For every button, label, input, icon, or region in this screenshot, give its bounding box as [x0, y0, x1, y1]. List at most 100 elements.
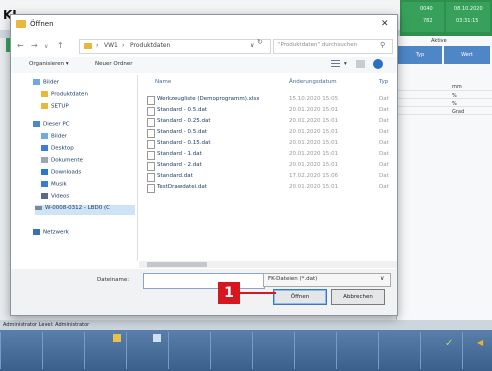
close-icon[interactable]: ✕ — [381, 19, 389, 29]
nav-item-netzwerk[interactable]: Netzwerk — [33, 229, 69, 239]
nav-item-label: Downloads — [51, 169, 82, 176]
file-row[interactable]: Standard - 2.dat 20.01.2020 15:01 Dat — [143, 161, 393, 171]
taskbar-button[interactable] — [126, 332, 169, 369]
breadcrumb-produktdaten[interactable]: Produktdaten — [130, 42, 170, 49]
open-button[interactable]: Öffnen — [273, 289, 327, 305]
refresh-icon[interactable]: ↻ — [257, 38, 263, 46]
file-icon — [147, 162, 155, 171]
nav-item-label: Dieser PC — [43, 121, 70, 128]
status-text-3: 782 — [423, 18, 433, 24]
breadcrumb-vw1[interactable]: VW1 — [104, 42, 118, 49]
file-icon — [147, 107, 155, 116]
checkmark-icon: ✓ — [445, 338, 454, 349]
file-type: Dat — [379, 184, 389, 190]
scrollbar-thumb[interactable] — [147, 262, 207, 267]
nav-item-musik[interactable]: Musik — [41, 181, 67, 191]
arrow-icon: ◀ — [477, 338, 484, 347]
file-name: Werkzeugliste (Demoprogramm).xlsx — [157, 96, 260, 102]
file-type: Dat — [379, 129, 389, 135]
folder-icon — [16, 20, 26, 28]
file-type: Dat — [379, 118, 389, 124]
file-type: Dat — [379, 140, 389, 146]
grid-divider — [396, 90, 492, 91]
file-row[interactable]: Standard - 0.5.dat 20.01.2020 15:01 Dat — [143, 106, 393, 116]
dialog-titlebar[interactable]: Öffnen ✕ — [11, 15, 397, 35]
file-row[interactable]: Standard - 0.5.dat 20.01.2020 15:01 Dat — [143, 128, 393, 138]
nav-item-dokumente[interactable]: Dokumente — [41, 157, 83, 167]
help-icon[interactable] — [373, 59, 383, 69]
file-row[interactable]: Standard - 0.25.dat 20.01.2020 15:01 Dat — [143, 117, 393, 127]
nav-item-drive[interactable]: W-0008-0312 - LBD0 (C — [35, 205, 135, 215]
taskbar-button[interactable] — [0, 332, 43, 369]
nav-item-videos[interactable]: Videos — [41, 193, 69, 203]
taskbar-button[interactable] — [294, 332, 337, 369]
chevron-down-icon[interactable]: ∨ — [250, 42, 254, 49]
computer-icon — [33, 121, 40, 127]
file-row[interactable]: Standard - 0.15.dat 20.01.2020 15:01 Dat — [143, 139, 393, 149]
file-row[interactable]: Werkzeugliste (Demoprogramm).xlsx 15.10.… — [143, 95, 393, 105]
address-box[interactable]: › VW1 › Produktdaten ∨ — [79, 39, 271, 54]
view-options-icon[interactable] — [331, 60, 340, 68]
nav-item-label: Bilder — [51, 133, 67, 140]
chevron-down-icon[interactable]: ▾ — [344, 61, 347, 67]
chevron-down-icon[interactable]: ∨ — [44, 43, 48, 50]
file-date: 20.01.2020 15:01 — [289, 140, 339, 146]
column-header-name[interactable]: Name — [155, 79, 171, 85]
filename-field[interactable] — [143, 273, 265, 289]
download-icon — [41, 169, 48, 175]
horizontal-scrollbar[interactable] — [139, 261, 397, 268]
taskbar-button[interactable]: ◀ — [462, 332, 492, 369]
taskbar-button[interactable] — [252, 332, 295, 369]
file-date: 20.01.2020 15:01 — [289, 162, 339, 168]
taskbar-button[interactable] — [210, 332, 253, 369]
file-icon — [147, 184, 155, 193]
music-icon — [41, 181, 48, 187]
taskbar-button[interactable] — [168, 332, 211, 369]
file-date: 15.10.2020 15:05 — [289, 96, 339, 102]
taskbar-button[interactable] — [378, 332, 421, 369]
file-type-filter-select[interactable]: FK-Dateien (*.dat) ∨ — [263, 273, 391, 287]
file-type: Dat — [379, 96, 389, 102]
video-icon — [41, 193, 48, 199]
file-row[interactable]: Standard - 1.dat 20.01.2020 15:01 Dat — [143, 150, 393, 160]
taskbar-button[interactable] — [42, 332, 85, 369]
nav-item-dieser-pc[interactable]: Dieser PC — [33, 121, 70, 131]
filename-label: Dateiname: — [97, 277, 130, 283]
nav-item-label: Dokumente — [51, 157, 83, 164]
nav-item-label: Produktdaten — [51, 91, 88, 98]
up-arrow-icon[interactable]: ↑ — [57, 41, 64, 50]
grid-header-wert[interactable]: Wert — [444, 46, 490, 64]
cancel-button[interactable]: Abbrechen — [331, 289, 385, 305]
file-row[interactable]: TestDrawdatei.dat 20.01.2020 15:01 Dat — [143, 183, 393, 193]
nav-item-setup[interactable]: SETUP — [41, 103, 69, 113]
taskbar-button[interactable] — [336, 332, 379, 369]
file-name: Standard - 2.dat — [157, 162, 202, 168]
folder-icon — [41, 91, 48, 97]
folder-icon — [41, 103, 48, 109]
taskbar-button[interactable]: ✓ — [420, 332, 463, 369]
nav-item-desktop[interactable]: Desktop — [41, 145, 74, 155]
organize-button[interactable]: Organisieren ▾ — [29, 61, 69, 67]
nav-item-label: Desktop — [51, 145, 74, 152]
grid-header-typ[interactable]: Typ — [398, 46, 442, 64]
nav-item-downloads[interactable]: Downloads — [41, 169, 81, 179]
column-header-type[interactable]: Typ — [379, 79, 388, 85]
nav-item-label: Netzwerk — [43, 229, 69, 236]
cancel-button-label: Abbrechen — [343, 294, 373, 300]
nav-item-produktdaten[interactable]: Produktdaten — [41, 91, 88, 101]
column-header-date[interactable]: Änderungsdatum — [289, 79, 337, 85]
search-input[interactable]: "Produktdaten" durchsuchen ⚲ — [273, 39, 393, 54]
back-arrow-icon[interactable]: ← — [17, 41, 24, 50]
file-icon — [147, 151, 155, 160]
new-folder-button[interactable]: Neuer Ordner — [95, 61, 133, 67]
forward-arrow-icon[interactable]: → — [31, 41, 38, 50]
grid-divider — [396, 98, 492, 99]
file-row[interactable]: Standard.dat 17.02.2020 15:06 Dat — [143, 172, 393, 182]
preview-pane-icon[interactable] — [356, 60, 365, 68]
file-type: Dat — [379, 151, 389, 157]
nav-item-bilder[interactable]: Bilder — [33, 79, 59, 89]
taskbar-button[interactable] — [84, 332, 127, 369]
callout-pointer-line — [240, 292, 276, 294]
file-name: Standard - 0.25.dat — [157, 118, 211, 124]
nav-item-bilder-pc[interactable]: Bilder — [41, 133, 67, 143]
